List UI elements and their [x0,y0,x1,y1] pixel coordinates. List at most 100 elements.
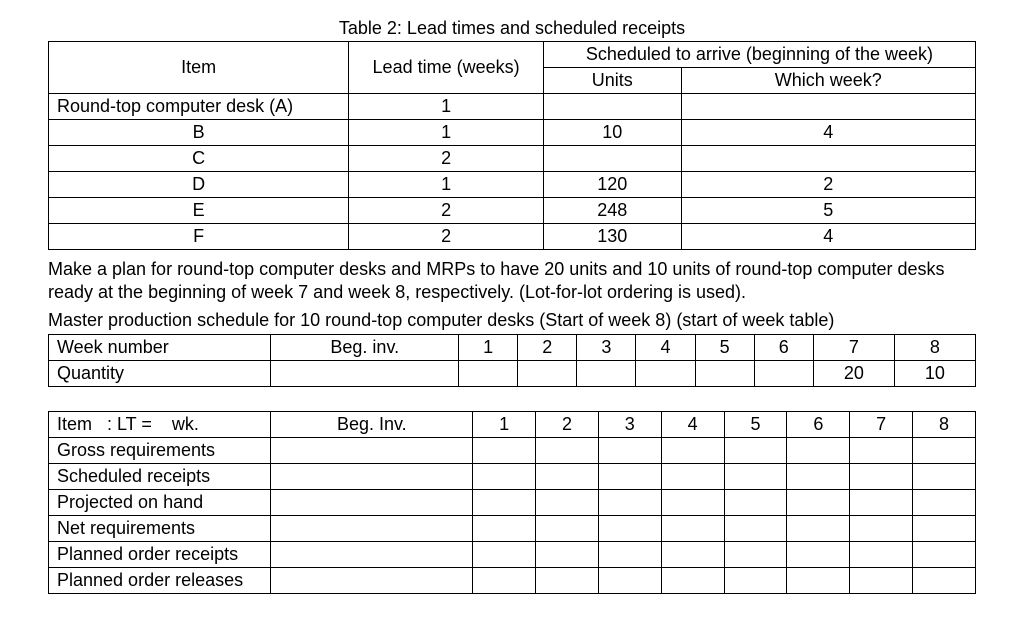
mrp-row-label: Net requirements [49,516,271,542]
table-cell [598,490,661,516]
table-cell [473,516,536,542]
table-cell [850,438,913,464]
mps-q6 [754,361,813,387]
mrp-w3: 3 [598,412,661,438]
table-cell: F [49,224,349,250]
table-cell [473,568,536,594]
mps-label-qty: Quantity [49,361,271,387]
mrp-w2: 2 [536,412,599,438]
table-cell: 2 [681,172,975,198]
paragraph-instructions: Make a plan for round-top computer desks… [48,258,976,305]
table-row: Projected on hand [49,490,976,516]
table-row: Round-top computer desk (A)1 [49,94,976,120]
table-cell [598,516,661,542]
table-cell [536,542,599,568]
table-row: Scheduled receipts [49,464,976,490]
table-cell [724,516,787,542]
table-cell: 10 [543,120,681,146]
table-cell [536,438,599,464]
table-cell [536,568,599,594]
table-row: Planned order releases [49,568,976,594]
table-cell: 5 [681,198,975,224]
table-cell: B [49,120,349,146]
mps-w8: 8 [894,335,975,361]
table-cell: 1 [349,94,544,120]
table-cell [850,568,913,594]
table-cell [543,94,681,120]
table-cell [724,464,787,490]
mps-row-qty: Quantity 20 10 [49,361,976,387]
table-cell [913,542,976,568]
table-cell: 120 [543,172,681,198]
table-cell [787,542,850,568]
table-cell [598,568,661,594]
table-row: Gross requirements [49,438,976,464]
mrp-w8: 8 [913,412,976,438]
mrp-beg-inv-header: Beg. Inv. [271,412,473,438]
table-row: E22485 [49,198,976,224]
table-cell [536,490,599,516]
table-cell [850,464,913,490]
mrp-table: Item : LT = wk. Beg. Inv. 1 2 3 4 5 6 7 … [48,411,976,594]
table-cell [661,438,724,464]
mrp-w6: 6 [787,412,850,438]
table-cell [787,464,850,490]
mps-q3 [577,361,636,387]
table-cell: D [49,172,349,198]
mps-w4: 4 [636,335,695,361]
mps-q7: 20 [813,361,894,387]
table-cell [271,438,473,464]
mrp-w7: 7 [850,412,913,438]
table-cell: 130 [543,224,681,250]
mps-table: Week number Beg. inv. 1 2 3 4 5 6 7 8 Qu… [48,334,976,387]
mrp-header-label: Item : LT = wk. [49,412,271,438]
mps-w1: 1 [459,335,518,361]
mps-w6: 6 [754,335,813,361]
table-row: F21304 [49,224,976,250]
table-cell [598,464,661,490]
mps-w2: 2 [518,335,577,361]
table-cell [536,516,599,542]
table-cell [913,464,976,490]
mps-q4 [636,361,695,387]
mrp-row-label: Projected on hand [49,490,271,516]
paragraph-mps-title: Master production schedule for 10 round-… [48,309,976,332]
mps-w7: 7 [813,335,894,361]
table-row: Planned order receipts [49,542,976,568]
mps-q1 [459,361,518,387]
table-cell [724,542,787,568]
table-cell: 4 [681,224,975,250]
table-cell: 1 [349,120,544,146]
table-cell [850,490,913,516]
th-units: Units [543,68,681,94]
th-scheduled: Scheduled to arrive (beginning of the we… [543,42,975,68]
mps-beg-inv-val [271,361,459,387]
mrp-w1: 1 [473,412,536,438]
table-cell [724,568,787,594]
th-item: Item [49,42,349,94]
table-cell [661,490,724,516]
table-cell [473,542,536,568]
table2-caption: Table 2: Lead times and scheduled receip… [48,18,976,39]
mps-w5: 5 [695,335,754,361]
table-cell [913,568,976,594]
table-cell: 2 [349,146,544,172]
table-cell [473,464,536,490]
th-which-week: Which week? [681,68,975,94]
table-row: Net requirements [49,516,976,542]
table-cell [598,542,661,568]
mps-q5 [695,361,754,387]
mrp-row-label: Gross requirements [49,438,271,464]
mrp-row-label: Scheduled receipts [49,464,271,490]
table-cell [787,516,850,542]
mrp-header-row: Item : LT = wk. Beg. Inv. 1 2 3 4 5 6 7 … [49,412,976,438]
table-row: C2 [49,146,976,172]
table-cell: Round-top computer desk (A) [49,94,349,120]
mrp-row-label: Planned order receipts [49,542,271,568]
table-cell [661,568,724,594]
table-cell [271,516,473,542]
mrp-w4: 4 [661,412,724,438]
table-cell [913,490,976,516]
mrp-w5: 5 [724,412,787,438]
table-cell [913,516,976,542]
